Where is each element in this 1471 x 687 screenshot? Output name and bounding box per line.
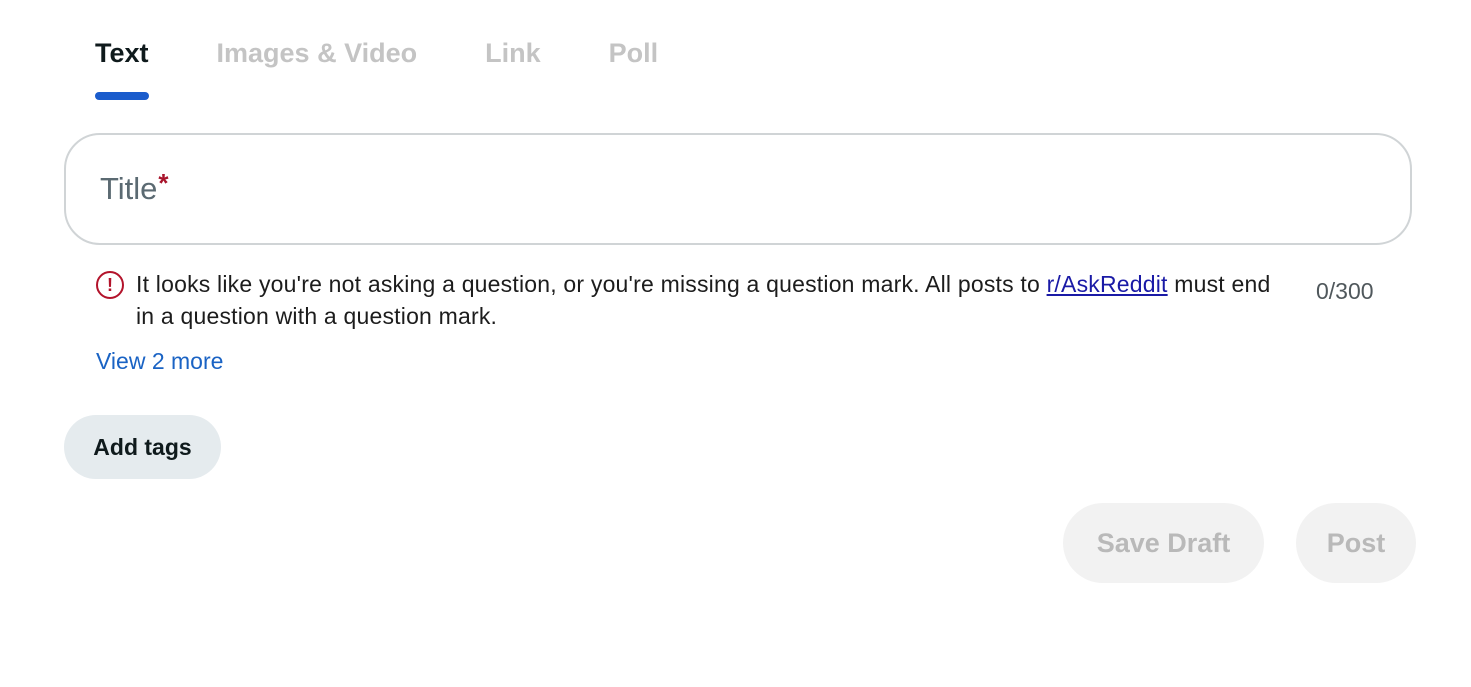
error-circle-icon: !: [96, 271, 124, 299]
tab-text[interactable]: Text: [95, 34, 149, 100]
title-input[interactable]: Title *: [64, 133, 1412, 245]
view-more-link[interactable]: View 2 more: [96, 348, 223, 375]
warning-text-before: It looks like you're not asking a questi…: [136, 271, 1047, 297]
warning-message: It looks like you're not asking a questi…: [136, 268, 1276, 332]
post-type-tabs: Text Images & Video Link Poll: [95, 34, 726, 100]
tab-poll-label: Poll: [608, 38, 659, 68]
tab-link-label: Link: [485, 38, 541, 68]
required-marker: *: [158, 167, 169, 198]
post-button[interactable]: Post: [1296, 503, 1416, 583]
question-warning: ! It looks like you're not asking a ques…: [96, 268, 1276, 332]
title-char-count: 0/300: [1316, 278, 1374, 304]
title-placeholder: Title: [100, 171, 158, 206]
tab-images-video-label: Images & Video: [216, 38, 418, 68]
subreddit-link[interactable]: r/AskReddit: [1047, 271, 1168, 297]
active-tab-indicator: [95, 92, 149, 100]
tab-text-label: Text: [95, 38, 149, 68]
tab-link[interactable]: Link: [485, 34, 541, 100]
tab-poll[interactable]: Poll: [609, 34, 659, 100]
create-post-form: Text Images & Video Link Poll Title * ! I…: [0, 0, 1471, 687]
save-draft-button[interactable]: Save Draft: [1063, 503, 1264, 583]
add-tags-button[interactable]: Add tags: [64, 415, 221, 479]
tab-images-video[interactable]: Images & Video: [217, 34, 418, 100]
